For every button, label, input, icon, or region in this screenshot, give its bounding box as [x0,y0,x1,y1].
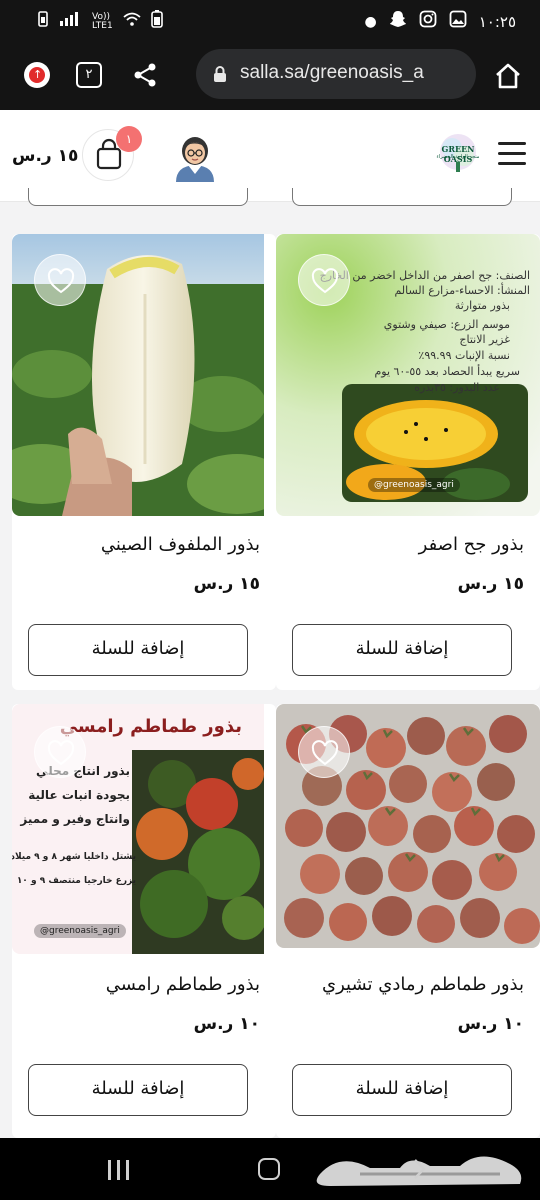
update-icon[interactable]: ↑ [24,62,50,88]
product-name[interactable]: بذور الملفوف الصيني [101,534,260,555]
add-to-cart-button[interactable]: إضافة للسلة [28,1064,248,1116]
product-name[interactable]: بذور طماطم رمادي تشيري [322,974,524,995]
product-name[interactable]: بذور طماطم رامسي [106,974,260,995]
shopping-bag-icon [83,138,135,186]
product-card[interactable]: الصنف: جح اصفر من الداخل اخضر من الخارج … [276,234,540,690]
home-icon[interactable] [490,58,526,94]
favorite-button[interactable] [34,254,86,306]
store-logo[interactable]: GREEN OASIS متجر الواحة الخضراء [428,132,488,178]
product-price: ١٠ ر.س [193,1014,260,1034]
home-button-icon[interactable] [258,1158,280,1180]
favorite-button[interactable] [298,726,350,778]
cart-count-badge: ١ [116,126,142,152]
gallery-icon [449,10,467,33]
product-price: ١٥ ر.س [457,574,524,594]
battery-icon [150,10,163,33]
add-to-cart-button[interactable]: إضافة للسلة [28,624,248,676]
product-price: ١٠ ر.س [457,1014,524,1034]
lock-icon [210,64,230,84]
wifi-icon [123,12,141,31]
product-card[interactable]: بذور طماطم رمادي تشيري ١٠ ر.س إضافة للسل… [276,704,540,1138]
product-price: ١٥ ر.س [193,574,260,594]
product-name[interactable]: بذور جح اصفر [419,534,524,555]
status-bar: Vo)) LTE1 ● ١٠:٢٥ [0,0,540,42]
product-image[interactable]: بذور طماطم رامسي بذور انتاج محلي بجودة ا… [12,704,276,954]
url-text: salla.sa/greenoasis_a [240,62,424,83]
dot-notification-icon: ● [364,13,377,30]
product-image[interactable]: الصنف: جح اصفر من الداخل اخضر من الخارج … [276,234,540,516]
user-avatar[interactable] [170,132,220,182]
previous-add-button-edge[interactable] [292,188,512,206]
add-to-cart-button[interactable]: إضافة للسلة [292,1064,512,1116]
back-icon[interactable] [412,1158,426,1180]
previous-add-button-edge[interactable] [28,188,248,206]
browser-toolbar: ↑ ٢ salla.sa/greenoasis_a [0,42,540,110]
lock-notification-icon [36,11,50,32]
favorite-button[interactable] [34,726,86,778]
watermark: @greenoasis_agri [368,478,460,492]
snapchat-icon [389,10,407,33]
share-icon[interactable] [130,60,160,90]
instagram-icon [419,10,437,33]
product-card[interactable]: بذور الملفوف الصيني ١٥ ر.س إضافة للسلة [12,234,276,690]
address-bar[interactable]: salla.sa/greenoasis_a [196,49,476,99]
menu-icon[interactable] [498,142,526,166]
signal-icon [60,12,82,31]
product-image[interactable] [276,704,540,948]
clock: ١٠:٢٥ [478,12,516,31]
favorite-button[interactable] [298,254,350,306]
recent-apps-icon[interactable] [108,1160,132,1180]
cart-total: ١٥ ر.س [12,146,79,166]
tab-switcher-button[interactable]: ٢ [76,62,102,88]
watermark: @greenoasis_agri [34,924,126,938]
product-image[interactable] [12,234,276,516]
product-card[interactable]: بذور طماطم رامسي بذور انتاج محلي بجودة ا… [12,704,276,1138]
network-type-label: Vo)) LTE1 [92,11,113,31]
add-to-cart-button[interactable]: إضافة للسلة [292,624,512,676]
system-navigation-bar [0,1138,540,1200]
